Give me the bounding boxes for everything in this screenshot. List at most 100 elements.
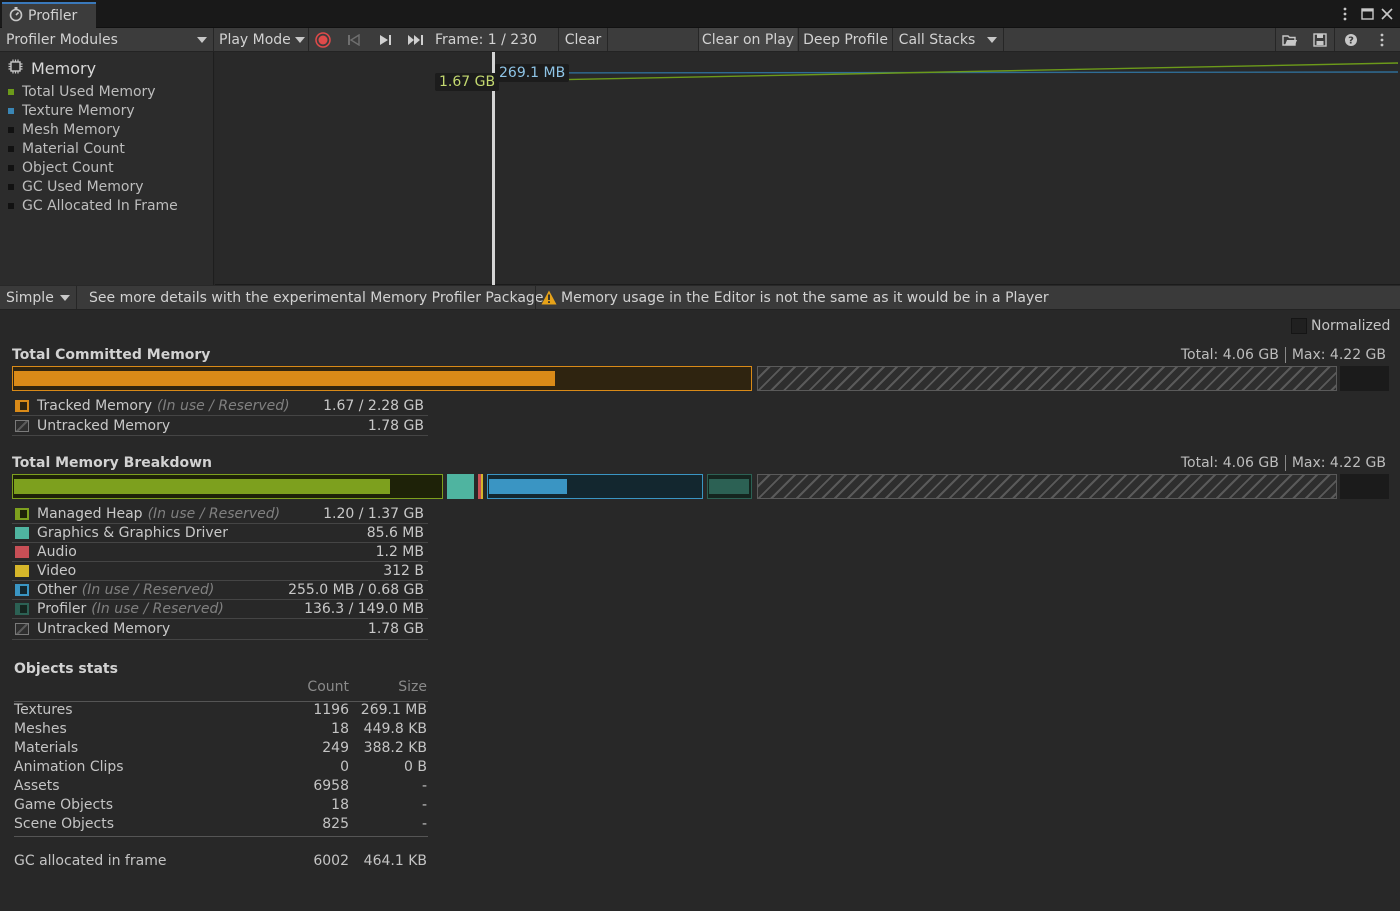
legend-row-other[interactable]: Other (In use / Reserved) 255.0 MB / 0.68… [12,580,428,599]
view-mode-dropdown[interactable]: Simple [0,286,76,309]
legend-value: 1.20 / 1.37 GB [323,505,424,522]
object-count: 825 [322,816,349,832]
object-name: Assets [14,778,60,794]
memory-module-title[interactable]: Memory [8,58,96,78]
tracked-memory-in-use-fill [14,371,555,386]
module-item-label: GC Allocated In Frame [22,198,178,214]
objects-stats-title: Objects stats [14,661,118,677]
legend-swatch [15,622,29,635]
frame-counter-label: Frame: 1 / 230 [435,31,538,48]
normalized-checkbox[interactable] [1291,318,1307,334]
object-count: 6958 [313,778,349,794]
module-item-texture-memory[interactable]: Texture Memory [8,102,135,120]
graphics-driver-bar[interactable] [447,474,474,499]
tracked-memory-bar[interactable] [12,366,752,391]
objects-row-game-objects: Game Objects 18 - [14,797,428,816]
legend-label: Video [37,562,77,579]
call-stacks-dropdown[interactable] [982,28,1002,51]
objects-row-materials: Materials 249 388.2 KB [14,740,428,759]
call-stacks-toggle[interactable]: Call Stacks [893,28,981,51]
legend-row-graphics[interactable]: Graphics & Graphics Driver 85.6 MB [12,523,428,542]
object-name: Meshes [14,721,67,737]
module-item-label: Mesh Memory [22,122,121,138]
other-bar[interactable] [487,474,703,499]
legend-row-untracked[interactable]: Untracked Memory 1.78 GB [12,619,428,638]
module-item-label: Material Count [22,141,125,157]
call-stacks-label: Call Stacks [898,31,976,48]
options-button[interactable] [1369,28,1395,51]
profiler-bar[interactable] [707,474,752,499]
breakdown-title: Total Memory Breakdown [12,455,213,471]
memory-timeline-chart[interactable]: 1.67 GB 269.1 MB [215,52,1400,285]
module-item-gc-used-memory[interactable]: GC Used Memory [8,178,144,196]
legend-value: 312 B [383,562,424,579]
close-icon[interactable] [1378,4,1396,24]
legend-label: Managed Heap [37,505,143,522]
previous-frame-button[interactable] [341,28,367,51]
objects-stats-header: Count Size [14,679,428,698]
normalized-toggle[interactable]: Normalized [1291,317,1390,335]
profiler-modules-dropdown[interactable]: Profiler Modules [0,28,213,51]
record-button[interactable] [310,28,336,51]
clear-label: Clear [564,31,602,48]
legend-row-tracked-memory[interactable]: Tracked Memory (In use / Reserved) 1.67 /… [12,396,428,415]
legend-label: Audio [37,543,77,560]
help-icon: ? [1345,33,1357,46]
clear-on-play-toggle[interactable]: Clear on Play [699,28,797,51]
load-button[interactable] [1277,28,1303,51]
legend-label: Other [37,581,77,598]
deep-profile-label: Deep Profile [803,31,888,48]
series-color-swatch [8,165,14,171]
current-frame-button[interactable] [403,28,429,51]
breakdown-max-label: Max: 4.22 GB [1291,455,1386,471]
count-column-header: Count [307,679,349,695]
texture-value-text: 269.1 MB [499,65,566,81]
series-color-swatch [8,89,14,95]
module-item-label: Texture Memory [22,103,135,119]
memory-profiler-package-link[interactable]: See more details with the experimental M… [89,286,548,309]
package-hint-text: See more details with the experimental M… [89,289,548,306]
editor-memory-warning: Memory usage in the Editor is not the sa… [541,286,1049,309]
memory-chip-icon [8,59,23,78]
module-item-gc-allocated-in-frame[interactable]: GC Allocated In Frame [8,197,178,215]
legend-row-video[interactable]: Video 312 B [12,561,428,580]
module-item-label: Object Count [22,160,114,176]
next-frame-button[interactable] [372,28,398,51]
more-vert-icon[interactable] [1336,4,1354,24]
save-button[interactable] [1307,28,1333,51]
help-button[interactable]: ? [1338,28,1364,51]
untracked-breakdown-bar[interactable] [757,474,1337,499]
memory-details-panel: Normalized Total Committed Memory Total:… [0,311,1400,911]
profiler-in-use-fill [709,479,749,494]
committed-headroom-bar [1340,366,1389,391]
legend-row-profiler[interactable]: Profiler (In use / Reserved) 136.3 / 149.… [12,599,428,618]
clear-on-play-label: Clear on Play [701,31,795,48]
save-icon [1313,32,1327,47]
legend-row-audio[interactable]: Audio 1.2 MB [12,542,428,561]
profiler-icon [8,6,24,26]
other-in-use-fill [489,479,567,494]
legend-swatch [15,526,29,539]
managed-heap-bar[interactable] [12,474,443,499]
object-name: Materials [14,740,79,756]
module-item-mesh-memory[interactable]: Mesh Memory [8,121,120,139]
target-dropdown[interactable]: Play Mode [214,28,308,51]
module-item-total-used-memory[interactable]: Total Used Memory [8,83,156,101]
legend-row-untracked-memory[interactable]: Untracked Memory 1.78 GB [12,416,428,435]
object-size: - [421,816,427,832]
profiler-tab[interactable]: Profiler [2,2,96,28]
view-mode-label: Simple [6,289,54,306]
deep-profile-toggle[interactable]: Deep Profile [799,28,892,51]
objects-row-meshes: Meshes 18 449.8 KB [14,721,428,740]
maximize-icon[interactable] [1358,4,1376,24]
gc-allocated-count: 6002 [313,853,349,869]
module-item-material-count[interactable]: Material Count [8,140,125,158]
video-bar[interactable] [481,474,483,499]
untracked-memory-bar[interactable] [757,366,1337,391]
committed-memory-totals: Total: 4.06 GB Max: 4.22 GB [1181,347,1386,363]
module-item-object-count[interactable]: Object Count [8,159,114,177]
object-count: 249 [322,740,349,756]
svg-text:?: ? [1348,35,1354,46]
legend-row-managed-heap[interactable]: Managed Heap (In use / Reserved) 1.20 / 1… [12,504,428,523]
clear-button[interactable]: Clear [559,28,607,51]
